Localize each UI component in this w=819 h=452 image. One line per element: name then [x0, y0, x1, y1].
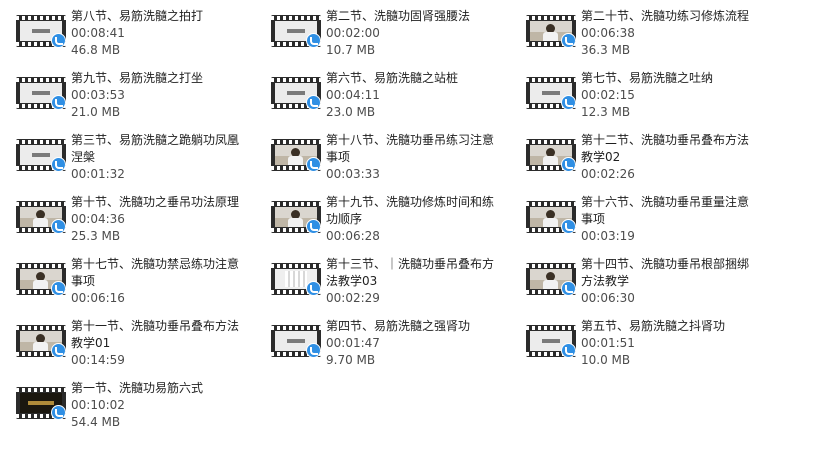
file-duration: 00:02:00: [326, 26, 380, 40]
file-duration: 00:01:47: [326, 336, 380, 350]
file-duration: 00:02:29: [326, 291, 380, 305]
file-grid: 第八节、易筋洗髓之拍打 00:08:41 46.8 MB 第二节、洗髓功固肾强腰法 00…: [0, 0, 819, 452]
file-size: 21.0 MB: [71, 105, 121, 119]
video-player-icon: [51, 405, 66, 420]
file-item[interactable]: 第十节、洗髓功之垂吊功法原理 00:04:36 25.3 MB: [0, 186, 250, 246]
file-name: 第一节、洗髓功易筋六式: [71, 381, 204, 395]
video-player-icon: [561, 95, 576, 110]
video-player-icon: [51, 95, 66, 110]
file-name: 第十一节、洗髓功垂吊叠布方法教学01: [71, 319, 240, 350]
file-duration: 00:06:30: [581, 291, 635, 305]
file-duration: 00:08:41: [71, 26, 125, 40]
file-item[interactable]: 第十八节、洗髓功垂吊练习注意事项 00:03:33: [255, 124, 505, 184]
file-item[interactable]: 第二十节、洗髓功练习修炼流程 00:06:38 36.3 MB: [510, 0, 760, 60]
video-player-icon: [51, 281, 66, 296]
file-item[interactable]: 第十一节、洗髓功垂吊叠布方法教学01 00:14:59: [0, 310, 250, 370]
file-duration: 00:03:33: [326, 167, 380, 181]
file-item[interactable]: 第十九节、洗髓功修炼时间和练功顺序 00:06:28: [255, 186, 505, 246]
file-name: 第十九节、洗髓功修炼时间和练功顺序: [326, 195, 495, 226]
video-player-icon: [306, 33, 321, 48]
file-item[interactable]: 第八节、易筋洗髓之拍打 00:08:41 46.8 MB: [0, 0, 250, 60]
file-duration: 00:06:28: [326, 229, 380, 243]
file-name: 第十七节、洗髓功禁忌练功注意事项: [71, 257, 240, 288]
file-size: 10.0 MB: [581, 353, 631, 367]
file-duration: 00:02:15: [581, 88, 635, 102]
file-item[interactable]: 第十七节、洗髓功禁忌练功注意事项 00:06:16: [0, 248, 250, 308]
video-player-icon: [561, 219, 576, 234]
file-size: 23.0 MB: [326, 105, 376, 119]
file-name: 第十四节、洗髓功垂吊根部捆绑方法教学: [581, 257, 750, 288]
file-size: 10.7 MB: [326, 43, 376, 57]
file-item[interactable]: 第十二节、洗髓功垂吊叠布方法教学02 00:02:26: [510, 124, 760, 184]
file-name: 第十节、洗髓功之垂吊功法原理: [71, 195, 240, 209]
file-name: 第六节、易筋洗髓之站桩: [326, 71, 459, 85]
file-name: 第二十节、洗髓功练习修炼流程: [581, 9, 750, 23]
video-player-icon: [561, 281, 576, 296]
file-size: 25.3 MB: [71, 229, 121, 243]
video-player-icon: [561, 33, 576, 48]
video-player-icon: [306, 219, 321, 234]
video-player-icon: [306, 343, 321, 358]
file-duration: 00:01:32: [71, 167, 125, 181]
file-duration: 00:01:51: [581, 336, 635, 350]
file-duration: 00:02:26: [581, 167, 635, 181]
file-size: 12.3 MB: [581, 105, 631, 119]
file-item[interactable]: 第七节、易筋洗髓之吐纳 00:02:15 12.3 MB: [510, 62, 760, 122]
file-item[interactable]: 第十六节、洗髓功垂吊重量注意事项 00:03:19: [510, 186, 760, 246]
file-name: 第十三节、｜洗髓功垂吊叠布方法教学03: [326, 257, 495, 288]
file-item[interactable]: 第一节、洗髓功易筋六式 00:10:02 54.4 MB: [0, 372, 250, 432]
video-player-icon: [51, 157, 66, 172]
file-name: 第三节、易筋洗髓之跪躺功凤凰涅槃: [71, 133, 240, 164]
video-player-icon: [51, 219, 66, 234]
file-duration: 00:10:02: [71, 398, 125, 412]
file-size: 54.4 MB: [71, 415, 121, 429]
file-duration: 00:06:38: [581, 26, 635, 40]
video-player-icon: [306, 157, 321, 172]
file-item[interactable]: 第六节、易筋洗髓之站桩 00:04:11 23.0 MB: [255, 62, 505, 122]
file-duration: 00:14:59: [71, 353, 125, 367]
video-player-icon: [51, 33, 66, 48]
file-item[interactable]: 第九节、易筋洗髓之打坐 00:03:53 21.0 MB: [0, 62, 250, 122]
file-item[interactable]: 第四节、易筋洗髓之强肾功 00:01:47 9.70 MB: [255, 310, 505, 370]
video-player-icon: [561, 343, 576, 358]
file-name: 第八节、易筋洗髓之拍打: [71, 9, 204, 23]
video-player-icon: [51, 343, 66, 358]
file-name: 第九节、易筋洗髓之打坐: [71, 71, 204, 85]
file-duration: 00:04:11: [326, 88, 380, 102]
file-name: 第五节、易筋洗髓之抖肾功: [581, 319, 726, 333]
file-name: 第十八节、洗髓功垂吊练习注意事项: [326, 133, 495, 164]
file-name: 第十六节、洗髓功垂吊重量注意事项: [581, 195, 750, 226]
video-player-icon: [561, 157, 576, 172]
file-name: 第七节、易筋洗髓之吐纳: [581, 71, 714, 85]
video-player-icon: [306, 281, 321, 296]
file-duration: 00:04:36: [71, 212, 125, 226]
file-name: 第二节、洗髓功固肾强腰法: [326, 9, 471, 23]
file-item[interactable]: 第十三节、｜洗髓功垂吊叠布方法教学03 00:02:29: [255, 248, 505, 308]
file-name: 第十二节、洗髓功垂吊叠布方法教学02: [581, 133, 750, 164]
file-item[interactable]: 第十四节、洗髓功垂吊根部捆绑方法教学 00:06:30: [510, 248, 760, 308]
file-duration: 00:03:53: [71, 88, 125, 102]
file-size: 9.70 MB: [326, 353, 376, 367]
file-item[interactable]: 第二节、洗髓功固肾强腰法 00:02:00 10.7 MB: [255, 0, 505, 60]
video-player-icon: [306, 95, 321, 110]
file-item[interactable]: 第五节、易筋洗髓之抖肾功 00:01:51 10.0 MB: [510, 310, 760, 370]
file-size: 36.3 MB: [581, 43, 631, 57]
file-duration: 00:06:16: [71, 291, 125, 305]
file-name: 第四节、易筋洗髓之强肾功: [326, 319, 471, 333]
file-item[interactable]: 第三节、易筋洗髓之跪躺功凤凰涅槃 00:01:32: [0, 124, 250, 184]
file-size: 46.8 MB: [71, 43, 121, 57]
file-duration: 00:03:19: [581, 229, 635, 243]
